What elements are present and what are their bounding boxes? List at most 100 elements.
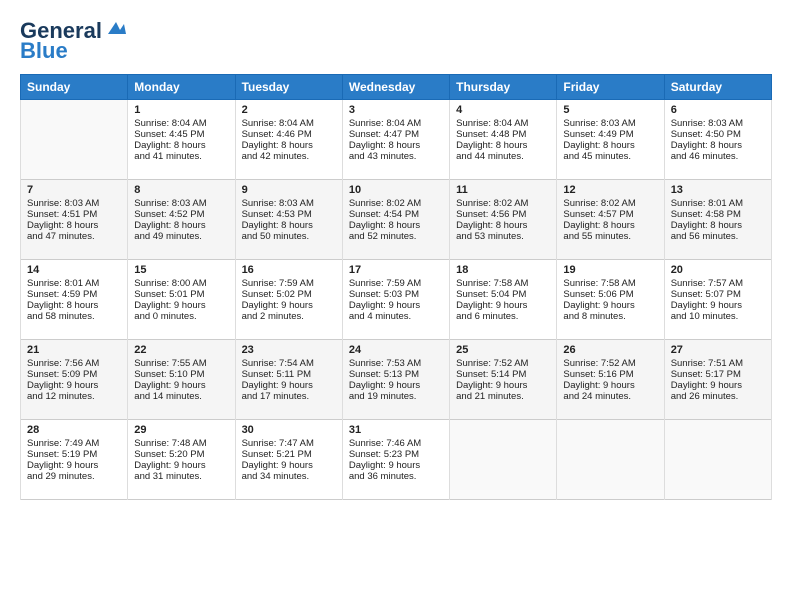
- day-info-line: Sunrise: 7:58 AM: [563, 278, 657, 289]
- day-info-line: Sunset: 5:07 PM: [671, 289, 765, 300]
- day-info-line: and 41 minutes.: [134, 151, 228, 162]
- day-info-line: Daylight: 8 hours: [563, 220, 657, 231]
- col-header-thursday: Thursday: [450, 75, 557, 100]
- day-info-line: Sunrise: 7:57 AM: [671, 278, 765, 289]
- day-info-line: Daylight: 8 hours: [242, 140, 336, 151]
- day-info-line: Daylight: 8 hours: [27, 300, 121, 311]
- day-info-line: Sunset: 4:50 PM: [671, 129, 765, 140]
- day-info-line: Sunset: 5:01 PM: [134, 289, 228, 300]
- calendar-cell: [557, 420, 664, 500]
- day-info-line: Sunrise: 8:04 AM: [349, 118, 443, 129]
- day-info-line: Sunset: 5:10 PM: [134, 369, 228, 380]
- day-number: 2: [242, 104, 336, 116]
- day-number: 20: [671, 264, 765, 276]
- calendar-cell: 12Sunrise: 8:02 AMSunset: 4:57 PMDayligh…: [557, 180, 664, 260]
- header: General Blue: [20, 18, 772, 64]
- day-info-line: Sunrise: 7:58 AM: [456, 278, 550, 289]
- day-info-line: Sunset: 4:53 PM: [242, 209, 336, 220]
- day-number: 28: [27, 424, 121, 436]
- day-info-line: Sunset: 5:14 PM: [456, 369, 550, 380]
- day-info-line: Sunrise: 7:55 AM: [134, 358, 228, 369]
- day-info-line: and 53 minutes.: [456, 231, 550, 242]
- day-info-line: Daylight: 9 hours: [456, 380, 550, 391]
- day-info-line: and 55 minutes.: [563, 231, 657, 242]
- day-number: 12: [563, 184, 657, 196]
- calendar-cell: 18Sunrise: 7:58 AMSunset: 5:04 PMDayligh…: [450, 260, 557, 340]
- calendar-cell: 23Sunrise: 7:54 AMSunset: 5:11 PMDayligh…: [235, 340, 342, 420]
- day-info-line: Sunset: 4:52 PM: [134, 209, 228, 220]
- day-info-line: Daylight: 8 hours: [134, 140, 228, 151]
- day-info-line: Sunrise: 7:59 AM: [349, 278, 443, 289]
- day-info-line: and 31 minutes.: [134, 471, 228, 482]
- day-info-line: and 0 minutes.: [134, 311, 228, 322]
- calendar-cell: 13Sunrise: 8:01 AMSunset: 4:58 PMDayligh…: [664, 180, 771, 260]
- day-info-line: Daylight: 9 hours: [134, 460, 228, 471]
- logo-bird-icon: [106, 20, 128, 38]
- day-info-line: Sunset: 4:49 PM: [563, 129, 657, 140]
- day-info-line: and 34 minutes.: [242, 471, 336, 482]
- day-info-line: and 43 minutes.: [349, 151, 443, 162]
- day-info-line: and 29 minutes.: [27, 471, 121, 482]
- day-info-line: Sunset: 5:03 PM: [349, 289, 443, 300]
- day-info-line: Daylight: 9 hours: [242, 300, 336, 311]
- day-info-line: and 10 minutes.: [671, 311, 765, 322]
- calendar-cell: 31Sunrise: 7:46 AMSunset: 5:23 PMDayligh…: [342, 420, 449, 500]
- day-info-line: Daylight: 9 hours: [27, 380, 121, 391]
- day-info-line: and 21 minutes.: [456, 391, 550, 402]
- day-info-line: and 46 minutes.: [671, 151, 765, 162]
- day-info-line: Sunrise: 7:52 AM: [563, 358, 657, 369]
- day-info-line: and 17 minutes.: [242, 391, 336, 402]
- day-info-line: Sunset: 5:20 PM: [134, 449, 228, 460]
- day-number: 24: [349, 344, 443, 356]
- calendar-cell: 2Sunrise: 8:04 AMSunset: 4:46 PMDaylight…: [235, 100, 342, 180]
- day-info-line: Daylight: 9 hours: [563, 380, 657, 391]
- day-info-line: Daylight: 8 hours: [456, 140, 550, 151]
- col-header-saturday: Saturday: [664, 75, 771, 100]
- calendar-cell: [21, 100, 128, 180]
- calendar-cell: 17Sunrise: 7:59 AMSunset: 5:03 PMDayligh…: [342, 260, 449, 340]
- day-info-line: Sunset: 4:58 PM: [671, 209, 765, 220]
- day-info-line: and 4 minutes.: [349, 311, 443, 322]
- day-number: 15: [134, 264, 228, 276]
- day-info-line: Daylight: 9 hours: [671, 380, 765, 391]
- calendar-row: 14Sunrise: 8:01 AMSunset: 4:59 PMDayligh…: [21, 260, 772, 340]
- day-info-line: Sunrise: 8:03 AM: [671, 118, 765, 129]
- day-info-line: and 36 minutes.: [349, 471, 443, 482]
- day-number: 17: [349, 264, 443, 276]
- day-info-line: Daylight: 9 hours: [242, 460, 336, 471]
- day-number: 23: [242, 344, 336, 356]
- day-info-line: Sunrise: 7:54 AM: [242, 358, 336, 369]
- day-number: 22: [134, 344, 228, 356]
- calendar-cell: 10Sunrise: 8:02 AMSunset: 4:54 PMDayligh…: [342, 180, 449, 260]
- day-info-line: Daylight: 8 hours: [456, 220, 550, 231]
- day-info-line: Sunrise: 8:00 AM: [134, 278, 228, 289]
- day-info-line: Sunrise: 8:03 AM: [27, 198, 121, 209]
- day-info-line: Daylight: 8 hours: [349, 140, 443, 151]
- day-info-line: and 44 minutes.: [456, 151, 550, 162]
- day-info-line: Sunrise: 8:02 AM: [563, 198, 657, 209]
- day-info-line: Daylight: 9 hours: [456, 300, 550, 311]
- day-number: 27: [671, 344, 765, 356]
- calendar-cell: [664, 420, 771, 500]
- day-info-line: and 50 minutes.: [242, 231, 336, 242]
- logo-blue-text: Blue: [20, 38, 68, 64]
- day-info-line: Sunset: 5:04 PM: [456, 289, 550, 300]
- day-info-line: and 26 minutes.: [671, 391, 765, 402]
- calendar-cell: 24Sunrise: 7:53 AMSunset: 5:13 PMDayligh…: [342, 340, 449, 420]
- day-number: 9: [242, 184, 336, 196]
- day-number: 26: [563, 344, 657, 356]
- col-header-wednesday: Wednesday: [342, 75, 449, 100]
- day-info-line: Daylight: 8 hours: [27, 220, 121, 231]
- day-info-line: and 56 minutes.: [671, 231, 765, 242]
- calendar-cell: 25Sunrise: 7:52 AMSunset: 5:14 PMDayligh…: [450, 340, 557, 420]
- day-number: 25: [456, 344, 550, 356]
- day-info-line: Daylight: 8 hours: [242, 220, 336, 231]
- day-info-line: Sunset: 5:06 PM: [563, 289, 657, 300]
- day-info-line: Sunrise: 8:03 AM: [242, 198, 336, 209]
- day-info-line: Sunset: 5:17 PM: [671, 369, 765, 380]
- calendar-cell: 11Sunrise: 8:02 AMSunset: 4:56 PMDayligh…: [450, 180, 557, 260]
- day-number: 30: [242, 424, 336, 436]
- day-info-line: and 2 minutes.: [242, 311, 336, 322]
- day-info-line: Sunset: 4:47 PM: [349, 129, 443, 140]
- day-number: 13: [671, 184, 765, 196]
